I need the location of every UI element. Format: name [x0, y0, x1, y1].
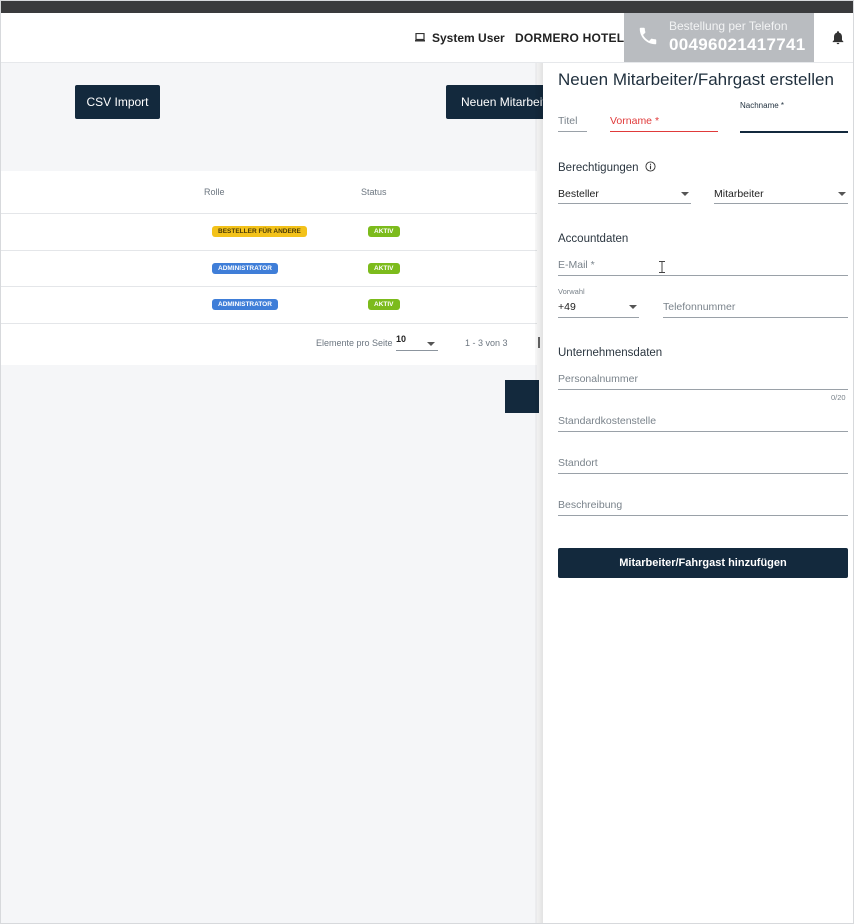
table-row[interactable]: BESTELLER FÜR ANDERE AKTIV — [1, 213, 537, 250]
vorname-field[interactable]: Vorname * — [610, 113, 718, 132]
vorwahl-label: Vorwahl — [558, 287, 585, 296]
column-header-status[interactable]: Status — [361, 187, 387, 197]
field-underline — [558, 389, 848, 390]
berechtigungen-label: Berechtigungen — [558, 162, 639, 174]
bell-icon[interactable] — [830, 29, 846, 51]
permission-type-value: Mitarbeiter — [714, 188, 764, 200]
telefon-label: Telefonnummer — [663, 301, 736, 313]
standort-label: Standort — [558, 457, 598, 469]
personalnummer-field[interactable]: Personalnummer — [558, 371, 848, 390]
field-underline — [558, 317, 639, 318]
field-underline — [740, 131, 848, 133]
role-badge: ADMINISTRATOR — [212, 299, 278, 310]
field-underline — [558, 275, 848, 276]
field-underline — [663, 317, 848, 318]
company-heading: Unternehmensdaten — [558, 347, 663, 359]
beschreibung-label: Beschreibung — [558, 499, 623, 511]
per-page-value: 10 — [396, 334, 407, 344]
berechtigungen-heading: Berechtigungen — [558, 161, 656, 175]
hotel-name[interactable]: DORMERO HOTEL — [515, 31, 624, 45]
table-divider — [1, 323, 537, 324]
permission-select-role[interactable]: Besteller — [558, 185, 691, 204]
user-name: System User — [432, 31, 505, 45]
beschreibung-field[interactable]: Beschreibung — [558, 497, 848, 516]
user-menu[interactable]: System User — [415, 31, 505, 45]
pagination-range: 1 - 3 von 3 — [465, 338, 508, 348]
status-badge: AKTIV — [368, 299, 400, 310]
hidden-action-button[interactable] — [505, 380, 539, 413]
app-window: System User DORMERO HOTEL Bestellung per… — [0, 0, 854, 924]
field-underline — [558, 131, 587, 132]
vorname-label: Vorname * — [610, 115, 660, 127]
info-icon[interactable] — [645, 161, 656, 175]
status-badge: AKTIV — [368, 226, 400, 237]
email-field[interactable]: E-Mail * — [558, 257, 848, 276]
standort-field[interactable]: Standort — [558, 455, 848, 474]
nachname-field[interactable]: Nachname * — [740, 99, 848, 133]
column-header-rolle[interactable]: Rolle — [204, 187, 225, 197]
top-strip — [1, 1, 853, 13]
per-page-select[interactable]: 10 — [396, 334, 438, 351]
field-underline — [558, 515, 848, 516]
chevron-down-icon — [838, 192, 846, 196]
email-label: E-Mail * — [558, 259, 595, 271]
chevron-down-icon — [629, 305, 637, 309]
csv-import-button[interactable]: CSV Import — [75, 85, 160, 119]
kostenstelle-label: Standardkostenstelle — [558, 415, 657, 427]
table-row[interactable]: ADMINISTRATOR AKTIV — [1, 286, 537, 323]
field-underline — [610, 131, 718, 132]
chevron-down-icon — [681, 192, 689, 196]
table-row[interactable]: ADMINISTRATOR AKTIV — [1, 250, 537, 287]
per-page-label: Elemente pro Seite — [316, 338, 393, 348]
nachname-label: Nachname * — [740, 101, 785, 110]
add-employee-button[interactable]: Mitarbeiter/Fahrgast hinzufügen — [558, 548, 848, 578]
phone-order-box[interactable]: Bestellung per Telefon 00496021417741 — [624, 13, 814, 62]
phone-icon — [637, 25, 659, 52]
kostenstelle-field[interactable]: Standardkostenstelle — [558, 413, 848, 432]
field-underline — [558, 473, 848, 474]
new-employee-button[interactable]: Neuen Mitarbeiter/Fahrgast — [446, 85, 546, 119]
permission-select-type[interactable]: Mitarbeiter — [714, 185, 848, 204]
telefon-field[interactable]: Telefonnummer — [663, 299, 848, 318]
status-badge: AKTIV — [368, 263, 400, 274]
role-badge: ADMINISTRATOR — [212, 263, 278, 274]
permission-role-value: Besteller — [558, 188, 599, 200]
phone-number: 00496021417741 — [669, 35, 806, 54]
character-counter: 0/20 — [831, 393, 846, 402]
create-employee-panel: Neuen Mitarbeiter/Fahrgast erstellen Tit… — [543, 63, 853, 923]
field-underline — [558, 203, 691, 204]
laptop-icon — [415, 31, 425, 45]
chevron-down-icon — [427, 342, 435, 346]
panel-title: Neuen Mitarbeiter/Fahrgast erstellen — [558, 70, 834, 89]
phone-label: Bestellung per Telefon — [669, 19, 788, 33]
titel-field[interactable]: Titel — [558, 113, 587, 132]
app-header: System User DORMERO HOTEL Bestellung per… — [1, 13, 853, 63]
personalnummer-label: Personalnummer — [558, 373, 638, 385]
field-underline — [558, 431, 848, 432]
vorwahl-value: +49 — [558, 301, 576, 313]
field-underline — [714, 203, 848, 204]
role-badge: BESTELLER FÜR ANDERE — [212, 226, 307, 237]
employee-table: Rolle Status BESTELLER FÜR ANDERE AKTIV … — [1, 171, 540, 365]
vorwahl-select[interactable]: Vorwahl +49 — [558, 287, 639, 318]
account-heading: Accountdaten — [558, 233, 629, 245]
titel-placeholder: Titel — [558, 115, 578, 127]
